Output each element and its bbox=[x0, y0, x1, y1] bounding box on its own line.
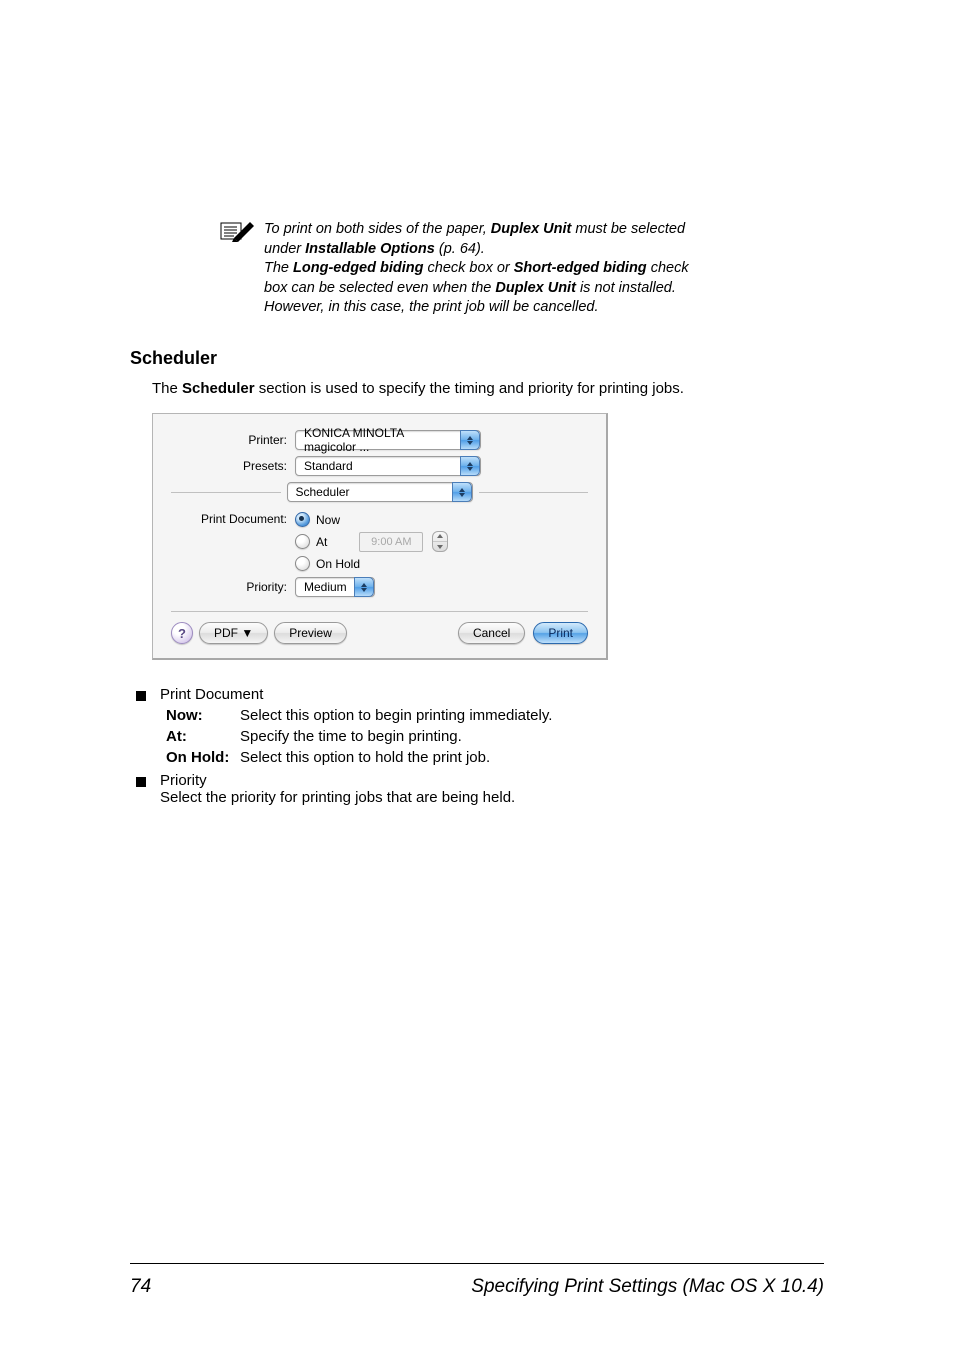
desc-now: Select this option to begin printing imm… bbox=[240, 707, 824, 724]
desc-on-hold: Select this option to hold the print job… bbox=[240, 749, 824, 766]
note-fragment: (p. 64). bbox=[435, 241, 485, 257]
time-stepper[interactable] bbox=[432, 531, 448, 552]
presets-value: Standard bbox=[304, 459, 353, 473]
section-heading: Scheduler bbox=[130, 348, 824, 369]
intro-fragment: section is used to specify the timing an… bbox=[255, 380, 684, 397]
note-bold-longedge: Long-edged biding bbox=[293, 260, 423, 276]
time-field[interactable]: 9:00 AM bbox=[359, 532, 423, 552]
popup-arrows-icon bbox=[460, 456, 480, 476]
presets-label: Presets: bbox=[171, 459, 295, 473]
popup-arrows-icon bbox=[460, 430, 480, 450]
note-bold-shortedge: Short-edged biding bbox=[514, 260, 647, 276]
popup-arrows-icon bbox=[354, 577, 374, 597]
printer-popup[interactable]: KONICA MINOLTA magicolor ... bbox=[295, 430, 481, 450]
page-number: 74 bbox=[130, 1276, 151, 1298]
footer-title: Specifying Print Settings (Mac OS X 10.4… bbox=[471, 1276, 824, 1298]
term-at: At: bbox=[166, 728, 240, 745]
priority-popup[interactable]: Medium bbox=[295, 577, 375, 597]
radio-at-label: At bbox=[316, 535, 327, 549]
help-button[interactable]: ? bbox=[171, 622, 193, 644]
intro-paragraph: The Scheduler section is used to specify… bbox=[152, 379, 824, 399]
term-now: Now: bbox=[166, 707, 240, 724]
intro-fragment: The bbox=[152, 380, 182, 397]
bullet-print-document: Print Document bbox=[160, 686, 263, 703]
note-fragment: To print on both sides of the paper, bbox=[264, 221, 491, 237]
radio-on-hold-label: On Hold bbox=[316, 557, 360, 571]
note-bold-duplex2: Duplex Unit bbox=[495, 280, 576, 296]
print-dialog: Printer: KONICA MINOLTA magicolor ... Pr… bbox=[152, 413, 608, 660]
note-bold-duplex: Duplex Unit bbox=[491, 221, 572, 237]
intro-bold: Scheduler bbox=[182, 380, 255, 397]
cancel-button[interactable]: Cancel bbox=[458, 622, 525, 644]
note-fragment: check box or bbox=[424, 260, 514, 276]
stepper-down-icon bbox=[433, 542, 447, 551]
bullet-icon bbox=[136, 777, 146, 787]
pdf-button[interactable]: PDF ▼ bbox=[199, 622, 268, 644]
popup-arrows-icon bbox=[452, 482, 472, 502]
pane-popup[interactable]: Scheduler bbox=[287, 482, 473, 502]
radio-now[interactable] bbox=[295, 512, 310, 527]
priority-label: Priority: bbox=[171, 580, 295, 594]
priority-value: Medium bbox=[304, 580, 347, 594]
printer-value: KONICA MINOLTA magicolor ... bbox=[304, 426, 456, 454]
bullet-priority: Priority bbox=[160, 772, 515, 789]
dialog-divider bbox=[171, 611, 588, 612]
radio-on-hold[interactable] bbox=[295, 556, 310, 571]
note-text: To print on both sides of the paper, Dup… bbox=[264, 220, 694, 318]
note-bold-installable: Installable Options bbox=[305, 241, 435, 257]
presets-popup[interactable]: Standard bbox=[295, 456, 481, 476]
divider-line bbox=[479, 492, 589, 493]
desc-priority: Select the priority for printing jobs th… bbox=[160, 789, 515, 806]
divider-line bbox=[171, 492, 281, 493]
printer-label: Printer: bbox=[171, 433, 295, 447]
bullet-icon bbox=[136, 691, 146, 701]
stepper-up-icon bbox=[433, 532, 447, 542]
desc-at: Specify the time to begin printing. bbox=[240, 728, 824, 745]
print-button[interactable]: Print bbox=[533, 622, 588, 644]
print-document-label: Print Document: bbox=[171, 512, 295, 526]
term-on-hold: On Hold: bbox=[166, 749, 240, 766]
footer-rule bbox=[130, 1263, 824, 1264]
radio-now-label: Now bbox=[316, 513, 340, 527]
note-pencil-icon bbox=[220, 220, 256, 247]
note-fragment: The bbox=[264, 260, 293, 276]
pane-value: Scheduler bbox=[296, 485, 350, 499]
radio-at[interactable] bbox=[295, 534, 310, 549]
preview-button[interactable]: Preview bbox=[274, 622, 347, 644]
